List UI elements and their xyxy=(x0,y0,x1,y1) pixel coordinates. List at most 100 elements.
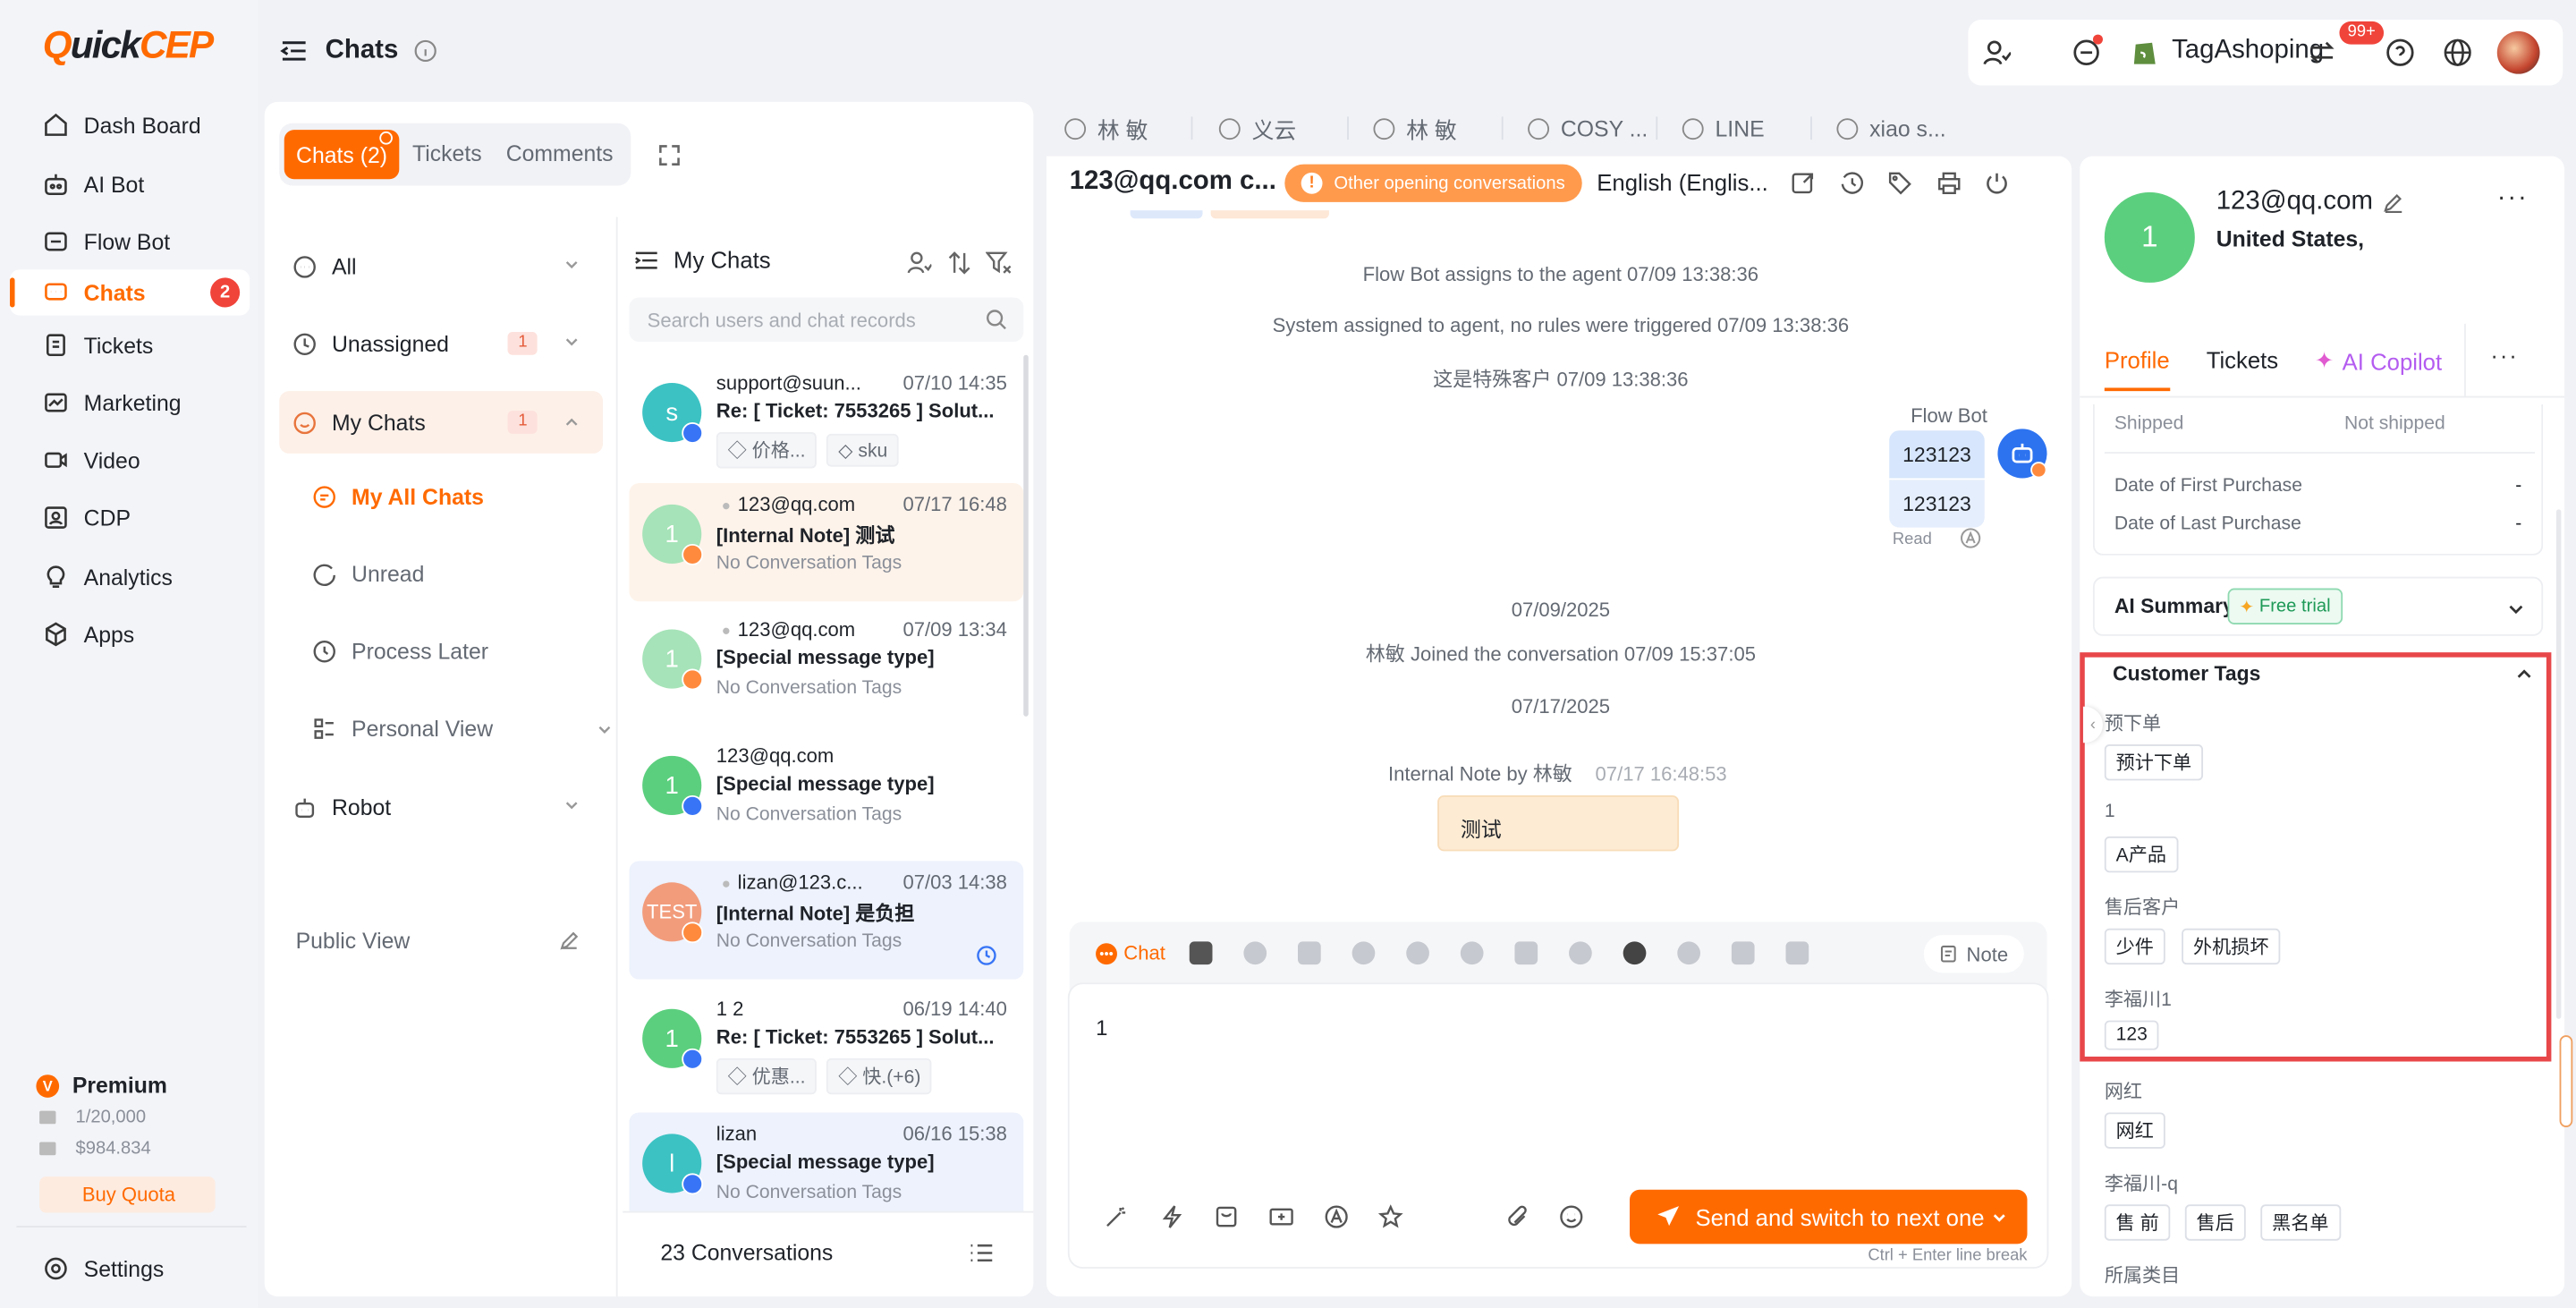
chevron-down-icon[interactable] xyxy=(2507,599,2525,617)
tab-comments[interactable]: Comments xyxy=(506,141,614,166)
history-icon[interactable] xyxy=(1840,171,1865,196)
sidebar-item-chats[interactable]: Chats 2 xyxy=(10,269,250,316)
whatsapp-icon[interactable] xyxy=(1243,941,1267,965)
end-chat-icon[interactable] xyxy=(1985,171,2010,196)
sidebar-item-flow-bot[interactable]: Flow Bot xyxy=(10,218,250,264)
customer-tag[interactable]: 黑名单 xyxy=(2260,1204,2341,1241)
customer-tag[interactable]: 123 xyxy=(2104,1020,2159,1050)
assign-user-icon[interactable] xyxy=(907,250,932,276)
scrollbar[interactable] xyxy=(1023,354,1029,717)
sidebar-item-marketing[interactable]: Marketing xyxy=(10,379,250,425)
agent-status-icon[interactable] xyxy=(1981,38,2012,67)
filter-personal-view[interactable]: Personal View xyxy=(312,717,611,741)
message-bubble[interactable]: 123123 xyxy=(1889,480,1985,528)
list-item[interactable]: 1 123@qq.com 07/09 13:34 [Special message… xyxy=(629,608,1023,726)
sidebar-item-cdp[interactable]: CDP xyxy=(10,495,250,540)
list-item[interactable]: s support@suun... 07/10 14:35 Re: [ Ticke… xyxy=(629,361,1023,480)
sidebar-item-tickets[interactable]: Tickets xyxy=(10,322,250,368)
more-icon[interactable]: ··· xyxy=(2497,184,2529,214)
chevron-down-icon[interactable] xyxy=(564,797,580,813)
search-input[interactable]: Search users and chat records xyxy=(629,297,1024,343)
email-icon[interactable] xyxy=(1189,941,1213,965)
chevron-up-icon[interactable] xyxy=(2515,666,2533,684)
language-select[interactable]: English (Englis... xyxy=(1597,169,1768,195)
help-icon[interactable] xyxy=(2385,38,2415,67)
open-tab[interactable]: 义云 xyxy=(1218,106,1296,151)
filter-unread[interactable]: Unread xyxy=(312,562,424,587)
tab-tickets[interactable]: Tickets xyxy=(2207,347,2278,373)
instagram-icon[interactable] xyxy=(1514,941,1538,965)
list-item[interactable]: l lizan 06/16 15:38 [Special message type… xyxy=(629,1112,1024,1211)
customer-tag[interactable]: 售后 xyxy=(2184,1204,2246,1241)
filter-icon[interactable] xyxy=(986,250,1012,276)
line-icon[interactable] xyxy=(1297,941,1321,965)
info-icon[interactable] xyxy=(415,39,438,63)
translate-icon[interactable] xyxy=(1960,528,1981,549)
chevron-down-icon[interactable] xyxy=(597,721,613,737)
tab-ai-copilot[interactable]: ✦ AI Copilot xyxy=(2315,347,2442,375)
attachment-icon[interactable] xyxy=(1504,1204,1530,1229)
list-item[interactable]: TEST lizan@123.c... 07/03 14:38 [Internal… xyxy=(629,861,1024,980)
more-tabs-icon[interactable]: ··· xyxy=(2490,342,2518,368)
open-tab[interactable]: COSY ... xyxy=(1528,106,1648,151)
ai-summary-section[interactable]: AI Summary ✦ Free trial xyxy=(2092,576,2544,636)
buy-quota-button[interactable]: Buy Quota xyxy=(39,1176,216,1213)
sidebar-item-ai-bot[interactable]: AI Bot xyxy=(10,161,250,207)
translate-icon[interactable] xyxy=(1324,1204,1349,1229)
sidebar-item-video[interactable]: Video xyxy=(10,437,250,483)
list-menu-icon[interactable] xyxy=(634,249,659,270)
message-bubble[interactable]: 123123 xyxy=(1889,430,1985,479)
settings-link[interactable]: Settings xyxy=(43,1255,165,1281)
amazon-icon[interactable] xyxy=(1569,941,1592,965)
chevron-down-icon[interactable] xyxy=(564,334,580,350)
sidebar-item-apps[interactable]: Apps xyxy=(10,611,250,657)
switch-store-icon[interactable] xyxy=(2309,39,2336,65)
filter-unassigned[interactable]: Unassigned 1 xyxy=(279,316,603,371)
filter-my-all-chats[interactable]: My All Chats xyxy=(312,485,484,509)
voice-icon[interactable] xyxy=(1677,941,1700,965)
edit-icon[interactable] xyxy=(2383,191,2404,213)
send-button[interactable]: Send and switch to next one xyxy=(1630,1189,2028,1244)
livechat-icon[interactable] xyxy=(1352,941,1376,965)
customer-tag[interactable]: 售 前 xyxy=(2104,1204,2171,1241)
public-view-label[interactable]: Public View xyxy=(296,929,411,954)
collapse-menu-icon[interactable] xyxy=(279,36,309,65)
tiktok-icon[interactable] xyxy=(1406,941,1429,965)
product-icon[interactable] xyxy=(1214,1204,1239,1229)
customer-tag[interactable]: 外机损坏 xyxy=(2182,928,2281,965)
app-logo[interactable]: QuickCEP xyxy=(43,23,214,68)
chevron-down-icon[interactable] xyxy=(564,257,580,273)
other-conversations-chip[interactable]: ! Other opening conversations xyxy=(1284,164,1582,202)
chevron-up-icon[interactable] xyxy=(564,414,580,430)
internal-note-bubble[interactable]: 测试 xyxy=(1437,794,1680,852)
shop-icon[interactable] xyxy=(1785,941,1809,965)
list-icon[interactable] xyxy=(970,1243,993,1264)
contact-name[interactable]: 123@qq.com c... xyxy=(1070,167,1276,197)
messenger-icon[interactable] xyxy=(1460,941,1484,965)
magic-wand-icon[interactable] xyxy=(1104,1204,1129,1229)
sidebar-item-analytics[interactable]: Analytics xyxy=(10,554,250,599)
quick-reply-icon[interactable] xyxy=(1160,1204,1185,1229)
filter-process-later[interactable]: Process Later xyxy=(312,639,488,664)
emoji-icon[interactable] xyxy=(1559,1204,1584,1229)
tab-tickets[interactable]: Tickets xyxy=(412,141,482,166)
edit-icon[interactable] xyxy=(558,930,580,952)
note-button[interactable]: Note xyxy=(1923,935,2025,973)
sidebar-item-dashboard[interactable]: Dash Board xyxy=(10,102,250,148)
sort-icon[interactable] xyxy=(948,250,971,276)
filter-all[interactable]: All xyxy=(279,238,603,293)
open-tab[interactable]: xiao s... xyxy=(1836,106,1946,151)
shopify-icon[interactable] xyxy=(1731,941,1755,965)
open-tab[interactable]: 林 敏 xyxy=(1064,106,1148,151)
filter-robot[interactable]: Robot xyxy=(279,779,603,835)
customer-tag[interactable]: 少件 xyxy=(2104,928,2165,965)
customer-tag[interactable]: 网红 xyxy=(2104,1112,2165,1149)
open-tab[interactable]: 林 敏 xyxy=(1373,106,1457,151)
export-icon[interactable] xyxy=(1791,171,1816,196)
sms-icon[interactable] xyxy=(1623,941,1647,965)
channel-chat[interactable]: ••• Chat xyxy=(1096,941,1165,964)
process-later-icon[interactable] xyxy=(976,945,997,966)
search-icon[interactable] xyxy=(986,309,1007,330)
tab-profile[interactable]: Profile xyxy=(2105,347,2170,373)
tag-icon[interactable] xyxy=(1887,171,1912,196)
